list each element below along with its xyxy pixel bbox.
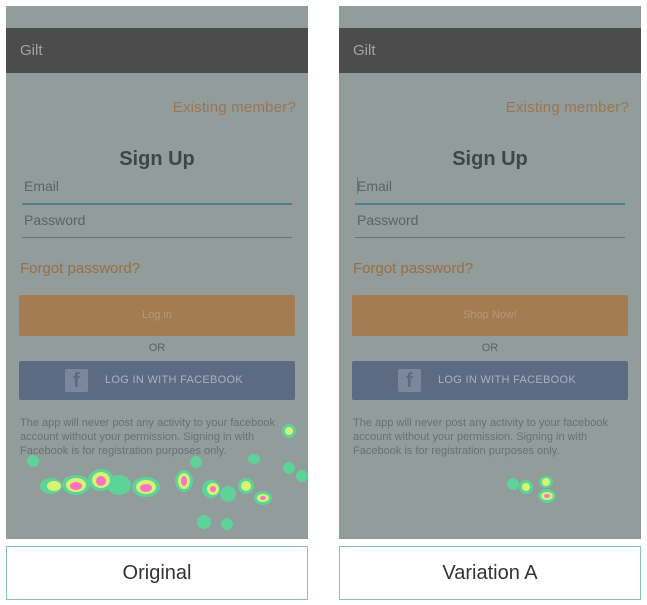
forgot-password-link[interactable]: Forgot password? xyxy=(20,260,140,277)
heat-spot xyxy=(88,469,114,491)
email-field[interactable]: Email xyxy=(22,177,292,205)
heat-spot xyxy=(96,476,106,486)
heat-spot xyxy=(132,477,160,497)
heat-spot xyxy=(507,478,519,490)
facebook-button-label: LOG IN WITH FACEBOOK xyxy=(105,374,244,386)
signup-title: Sign Up xyxy=(119,148,195,170)
heat-spot xyxy=(202,480,220,498)
forgot-password-link[interactable]: Forgot password? xyxy=(353,260,473,277)
facebook-login-button[interactable]: f LOG IN WITH FACEBOOK xyxy=(19,361,295,400)
password-placeholder: Password xyxy=(24,212,86,228)
heat-spot xyxy=(136,480,156,494)
panel-original: Gilt Existing member? Sign Up Email Pass… xyxy=(6,6,308,539)
panel-variation-a: Gilt Existing member? Sign Up Email Pass… xyxy=(339,6,641,539)
facebook-button-label: LOG IN WITH FACEBOOK xyxy=(438,374,577,386)
or-divider: OR xyxy=(481,342,499,354)
heat-spot xyxy=(220,486,236,502)
email-field[interactable]: Email xyxy=(355,177,625,205)
heat-spot xyxy=(241,481,251,491)
existing-member-link[interactable]: Existing member? xyxy=(173,99,296,116)
login-button[interactable]: Log in xyxy=(19,295,295,336)
app-title: Gilt xyxy=(20,42,43,59)
disclaimer-text: The app will never post any activity to … xyxy=(20,417,275,457)
heat-spot xyxy=(107,475,131,495)
heat-spot xyxy=(66,478,86,492)
heat-spot xyxy=(197,515,211,529)
heat-spot xyxy=(140,484,152,492)
heat-spot xyxy=(522,483,530,491)
password-field[interactable]: Password xyxy=(355,211,625,238)
heat-spot xyxy=(538,489,556,503)
facebook-icon: f xyxy=(65,369,88,392)
heat-spot xyxy=(40,478,62,494)
email-placeholder: Email xyxy=(24,178,60,194)
or-divider: OR xyxy=(148,342,166,354)
facebook-icon: f xyxy=(398,369,421,392)
heat-spot xyxy=(178,473,190,489)
heat-spot xyxy=(210,486,216,492)
heat-spot xyxy=(221,518,233,530)
heat-spot xyxy=(283,462,295,474)
heat-spot xyxy=(47,481,61,491)
existing-member-link[interactable]: Existing member? xyxy=(506,99,629,116)
caption-variation-a: Variation A xyxy=(339,546,641,600)
heat-spot xyxy=(541,492,553,500)
heat-spot xyxy=(207,483,219,495)
heat-spot xyxy=(181,476,187,486)
heat-spot xyxy=(519,480,533,494)
facebook-login-button[interactable]: f LOG IN WITH FACEBOOK xyxy=(352,361,628,400)
heat-spot xyxy=(238,478,254,494)
app-title: Gilt xyxy=(353,42,376,59)
heat-spot xyxy=(92,472,110,488)
heat-spot xyxy=(257,494,269,502)
shop-now-button[interactable]: Shop Now! xyxy=(352,295,628,336)
app-bar: Gilt xyxy=(6,28,308,73)
heat-spot xyxy=(175,470,193,492)
heat-spot xyxy=(544,494,550,498)
heat-spot xyxy=(539,476,553,488)
email-placeholder: Email xyxy=(357,178,393,194)
disclaimer-text: The app will never post any activity to … xyxy=(353,417,608,457)
password-placeholder: Password xyxy=(357,212,419,228)
heat-spot xyxy=(70,482,82,490)
caption-original: Original xyxy=(6,546,308,600)
app-bar: Gilt xyxy=(339,28,641,73)
heat-spot xyxy=(254,491,272,505)
password-field[interactable]: Password xyxy=(22,211,292,238)
heat-spot xyxy=(62,475,90,495)
heat-spot xyxy=(542,478,550,486)
signup-title: Sign Up xyxy=(452,148,528,170)
heat-spot xyxy=(260,496,266,500)
heat-spot xyxy=(296,470,308,482)
